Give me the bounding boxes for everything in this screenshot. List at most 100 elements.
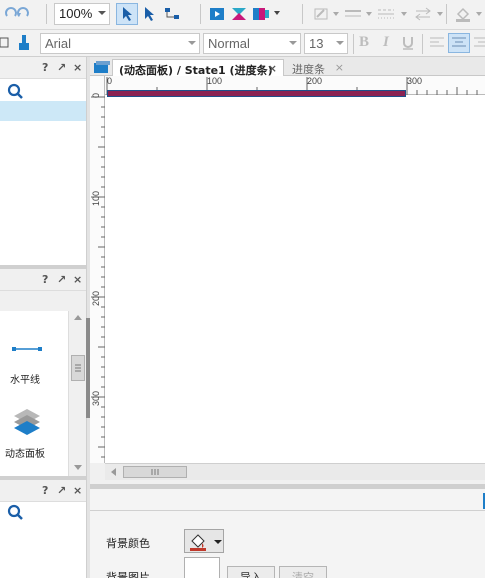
selected-page-row[interactable]: [0, 101, 86, 121]
ruler-label-x-0: 0: [107, 76, 113, 86]
preview-icon[interactable]: [206, 3, 228, 25]
share-icon[interactable]: [228, 3, 250, 25]
masters-panel: [0, 502, 86, 578]
chevron-down-icon[interactable]: [437, 12, 443, 16]
edit-style-icon[interactable]: [310, 3, 332, 25]
undock-icon[interactable]: ↗: [57, 273, 66, 286]
chevron-down-icon: [188, 41, 196, 45]
toolbar-separator: [200, 4, 201, 24]
tab-label: 进度条: [292, 63, 325, 76]
masters-panel-header: ? ↗ ×: [0, 480, 86, 502]
toolbar-separator: [353, 34, 354, 54]
italic-button[interactable]: I: [383, 34, 389, 51]
select-pointer-button[interactable]: [116, 3, 138, 25]
scroll-up-icon[interactable]: [74, 315, 82, 320]
scroll-down-icon[interactable]: [74, 465, 82, 470]
chevron-down-icon[interactable]: [476, 12, 482, 16]
ruler-label-x-200: 200: [307, 76, 323, 86]
close-icon[interactable]: ×: [335, 61, 344, 74]
search-icon[interactable]: [6, 503, 26, 521]
ruler-label-x-300: 300: [407, 76, 423, 86]
zoom-select[interactable]: 100%: [54, 3, 110, 25]
toolbar-separator: [422, 34, 423, 54]
ruler-label-y-0: 0: [91, 92, 101, 98]
widget-library-bar: [0, 291, 86, 311]
brush-icon[interactable]: [16, 34, 32, 52]
canvas-horizontal-scrollbar[interactable]: [105, 463, 485, 480]
ruler-label-x-100: 100: [207, 76, 223, 86]
chevron-down-icon[interactable]: [333, 12, 339, 16]
arrow-style-icon[interactable]: [412, 3, 434, 25]
font-family-select[interactable]: Arial: [40, 33, 200, 54]
align-left-icon[interactable]: [429, 36, 445, 50]
font-style-select[interactable]: Normal: [203, 33, 301, 54]
undock-icon[interactable]: ↗: [57, 484, 66, 497]
close-icon[interactable]: ×: [73, 61, 82, 74]
help-icon[interactable]: ?: [42, 484, 48, 497]
undock-icon[interactable]: ↗: [57, 61, 66, 74]
paint-bucket-icon: [190, 534, 206, 551]
zoom-value: 100%: [59, 6, 93, 21]
tab-progress-bar[interactable]: 进度条 ×: [286, 59, 350, 77]
connector-pointer-button[interactable]: [139, 3, 161, 25]
bg-color-picker[interactable]: [184, 529, 224, 553]
properties-tab-strip: [90, 489, 485, 511]
fill-color-icon[interactable]: [452, 3, 474, 25]
horizontal-line-icon[interactable]: [12, 343, 42, 351]
font-family-value: Arial: [45, 36, 72, 51]
ruler-label-y-200: 200: [91, 290, 101, 306]
widgets-vertical-scrollbar[interactable]: [68, 311, 86, 476]
scroll-left-icon[interactable]: [111, 468, 116, 476]
close-icon[interactable]: ×: [268, 62, 277, 75]
bg-image-label: 背景图片: [106, 571, 150, 578]
bg-image-preview[interactable]: [184, 557, 220, 578]
import-button[interactable]: 导入: [227, 566, 275, 578]
pages-panel: [0, 79, 86, 265]
clear-button[interactable]: 清空: [279, 566, 327, 578]
page-icon: [93, 61, 111, 75]
dynamic-panel-icon[interactable]: [12, 407, 42, 435]
pages-search-row[interactable]: [0, 81, 86, 99]
toolbar-separator: [446, 4, 447, 24]
close-icon[interactable]: ×: [73, 273, 82, 286]
undo-icon[interactable]: [12, 3, 34, 25]
widgets-panel: 水平线 动态面板: [0, 311, 68, 476]
font-style-value: Normal: [208, 36, 250, 51]
toolbar-separator: [46, 4, 47, 24]
connector-tool-button[interactable]: [161, 3, 183, 25]
bold-button[interactable]: B: [359, 34, 369, 51]
chevron-down-icon[interactable]: [401, 12, 407, 16]
chevron-down-icon[interactable]: [274, 11, 280, 15]
widgets-panel-header: ? ↗ ×: [0, 269, 86, 291]
chevron-down-icon: [98, 11, 106, 15]
font-size-value: 13: [309, 36, 324, 51]
help-icon[interactable]: ?: [42, 61, 48, 74]
chevron-down-icon[interactable]: [366, 12, 372, 16]
font-size-select[interactable]: 13: [304, 33, 348, 54]
close-icon[interactable]: ×: [73, 484, 82, 497]
tab-dynamic-panel-state[interactable]: (动态面板) / State1 (进度条) ×: [112, 59, 284, 77]
progress-bar-widget[interactable]: [107, 90, 406, 97]
publish-icon[interactable]: [250, 3, 272, 25]
chevron-down-icon: [289, 41, 297, 45]
help-icon[interactable]: ?: [42, 273, 48, 286]
widget-label-dynamic-panel: 动态面板: [5, 449, 45, 460]
scrollbar-thumb[interactable]: [123, 466, 187, 478]
line-pattern-icon[interactable]: [375, 3, 397, 25]
main-toolbar: 100%: [0, 0, 485, 30]
scrollbar-thumb[interactable]: [71, 355, 85, 381]
format-painter-icon[interactable]: [0, 35, 12, 51]
vertical-ruler: 0 100 200 300: [90, 76, 105, 463]
properties-panel: 背景颜色 背景图片 导入 清空: [90, 484, 485, 578]
search-icon[interactable]: [6, 82, 26, 100]
format-toolbar: Arial Normal 13 B I: [0, 30, 485, 57]
design-canvas[interactable]: [105, 90, 485, 463]
align-center-button[interactable]: [448, 33, 470, 53]
align-right-icon[interactable]: [474, 36, 485, 50]
bg-color-label: 背景颜色: [106, 537, 150, 550]
progress-bar-fill: [108, 91, 405, 96]
underline-icon[interactable]: [402, 35, 414, 51]
widget-label-horizontal-line: 水平线: [10, 375, 40, 386]
line-style-icon[interactable]: [342, 3, 364, 25]
ruler-label-y-100: 100: [91, 190, 101, 206]
